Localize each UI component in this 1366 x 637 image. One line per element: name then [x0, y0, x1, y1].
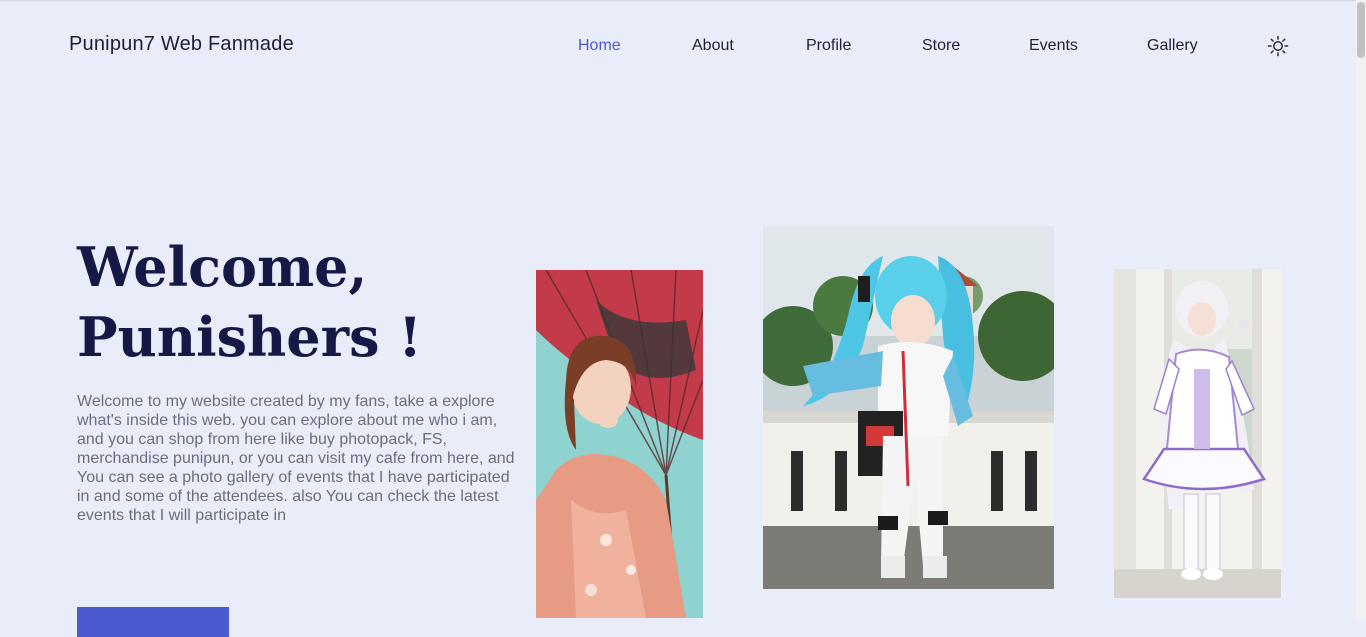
scrollbar-thumb[interactable]: [1357, 2, 1365, 58]
hero-description: Welcome to my website created by my fans…: [77, 393, 515, 524]
hero-cta-button[interactable]: [77, 607, 229, 637]
nav-store[interactable]: Store: [922, 37, 960, 55]
gallery-photo-white-dress: [1114, 269, 1281, 598]
hero-title-line-1: Welcome,: [77, 235, 368, 299]
hero-title-line-2: Punishers !: [77, 305, 423, 369]
gallery-photo-blue-hair: [763, 226, 1054, 589]
hero-title: Welcome, Punishers !: [77, 232, 422, 372]
main-nav: Home About Profile Store Events Gallery: [0, 37, 1356, 57]
nav-about[interactable]: About: [692, 37, 734, 55]
nav-gallery[interactable]: Gallery: [1147, 37, 1198, 55]
site-header: Punipun7 Web Fanmade Home About Profile …: [0, 0, 1356, 92]
page-scrollbar[interactable]: [1356, 0, 1366, 620]
sun-icon: [1267, 35, 1289, 57]
nav-profile[interactable]: Profile: [806, 37, 851, 55]
nav-home[interactable]: Home: [578, 37, 621, 55]
theme-toggle-button[interactable]: [1267, 35, 1289, 57]
nav-events[interactable]: Events: [1029, 37, 1078, 55]
gallery-photo-umbrella: [536, 270, 703, 618]
